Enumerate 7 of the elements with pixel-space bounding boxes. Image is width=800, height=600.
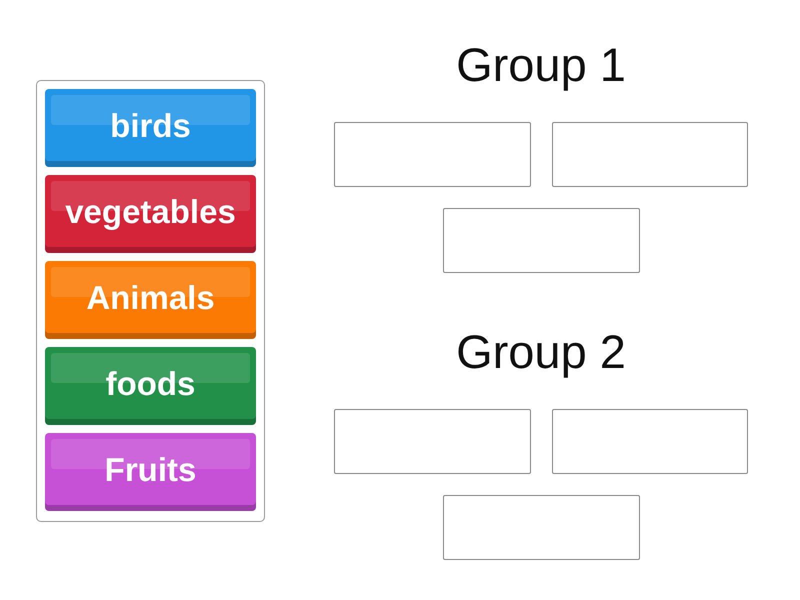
group-title: Group 1 [455,37,627,93]
word-tile[interactable]: Animals [45,261,256,339]
word-tile[interactable]: foods [45,347,256,425]
word-tile[interactable]: birds [45,89,256,167]
group-title: Group 2 [455,324,627,380]
word-tile[interactable]: vegetables [45,175,256,253]
word-tile[interactable]: Fruits [45,433,256,511]
